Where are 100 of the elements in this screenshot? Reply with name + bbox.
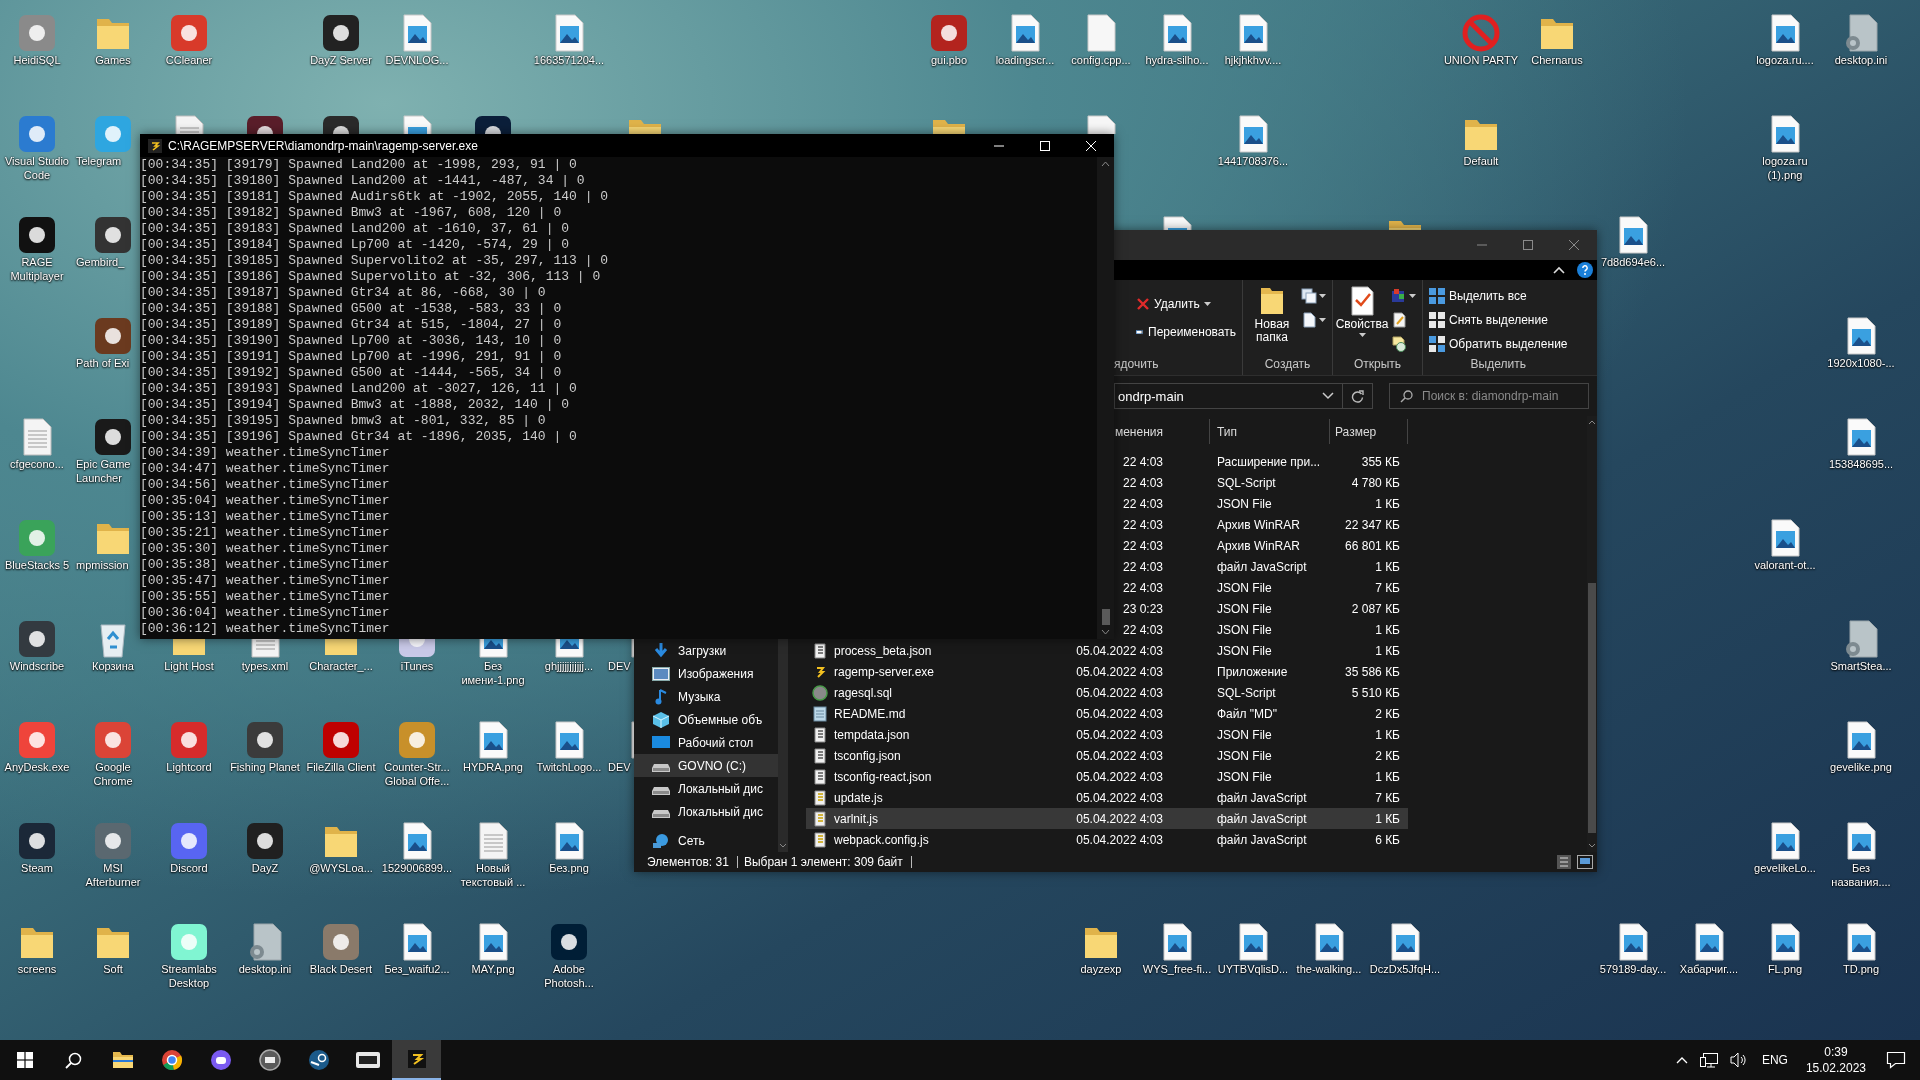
app-icon[interactable] [245, 114, 285, 134]
app-icon[interactable] [473, 114, 513, 134]
icon-label[interactable]: DayZ [227, 861, 303, 875]
icon-label[interactable]: Discord [151, 861, 227, 875]
icon-label[interactable]: types.xml [227, 659, 303, 673]
icon-label[interactable]: cfgecono... [0, 457, 75, 471]
rename-button[interactable]: Переименовать [1136, 322, 1236, 342]
icon-label[interactable]: Counter-Str... Global Offe... [379, 760, 455, 788]
icon-label[interactable]: screens [0, 962, 75, 976]
nav-item[interactable]: Музыка [634, 685, 778, 708]
nav-item[interactable]: Локальный дис [634, 800, 778, 823]
icon-label[interactable]: logoza.ru.... [1747, 53, 1823, 67]
icon-label[interactable]: 153848695... [1823, 457, 1899, 471]
icon-label[interactable]: Chernarus [1519, 53, 1595, 67]
column-header[interactable]: менения [1116, 419, 1210, 444]
file-row[interactable]: process_beta.json 05.04.2022 4:03 JSON File 1 КБ [806, 640, 1408, 661]
select-all-button[interactable]: Выделить все [1429, 286, 1568, 306]
icon-label[interactable]: FileZilla Client [303, 760, 379, 774]
scrollbar-thumb[interactable] [1588, 583, 1596, 833]
taskbar-app-button[interactable] [392, 1040, 441, 1080]
icon-label[interactable]: gui.pbo [911, 53, 987, 67]
icon-label[interactable]: Без имени-1.png [455, 659, 531, 687]
icon-label[interactable]: @WYSLoa... [303, 861, 379, 875]
icon-label[interactable]: MAY.png [455, 962, 531, 976]
icon-label[interactable]: Lightcord [151, 760, 227, 774]
chevron-down-icon[interactable] [1322, 392, 1334, 400]
icon-label[interactable]: dayzexp [1063, 962, 1139, 976]
invert-selection-button[interactable]: Обратить выделение [1429, 334, 1568, 354]
icon-label[interactable]: ghjjjjjjjjjjj... [531, 659, 607, 673]
icon-label[interactable]: Windscribe [0, 659, 75, 673]
search-field[interactable]: Поиск в: diamondrp-main [1389, 383, 1589, 409]
file-row[interactable]: tempdata.json 05.04.2022 4:03 JSON File 1 КБ [806, 724, 1408, 745]
chevron-down-icon[interactable] [1588, 843, 1596, 848]
nav-item[interactable]: Загрузки [634, 639, 778, 662]
icon-label[interactable]: UNION PARTY [1443, 53, 1519, 67]
icon-label[interactable]: logoza.ru (1).png [1747, 154, 1823, 182]
icon-label[interactable]: config.cpp... [1063, 53, 1139, 67]
large-icons-view-icon[interactable] [1577, 855, 1593, 869]
icon-label[interactable]: hjkjhkhvv.... [1215, 53, 1291, 67]
file-row[interactable]: tsconfig.json 05.04.2022 4:03 JSON File 2 КБ [806, 745, 1408, 766]
icon-label[interactable]: Soft [75, 962, 151, 976]
help-icon[interactable] [1577, 262, 1593, 278]
app-icon[interactable] [17, 821, 57, 861]
icon-label[interactable]: hydra-silho... [1139, 53, 1215, 67]
clock[interactable]: 0:39 15.02.2023 [1805, 1044, 1866, 1076]
app-icon[interactable] [321, 13, 361, 53]
file-row[interactable]: 22 4:03 SQL-Script 4 780 КБ [1116, 472, 1408, 493]
nav-item[interactable]: Рабочий стол [634, 731, 778, 754]
file-row[interactable]: webpack.config.js 05.04.2022 4:03 файл JavaScript 6 КБ [806, 829, 1408, 850]
icon-label[interactable]: desktop.ini [1823, 53, 1899, 67]
icon-label[interactable]: Без.png [531, 861, 607, 875]
nav-item[interactable]: Локальный дис [634, 777, 778, 800]
icon-label[interactable]: Character_... [303, 659, 379, 673]
icon-label[interactable]: 1441708376... [1215, 154, 1291, 168]
app-icon[interactable] [17, 619, 57, 659]
chevron-down-icon[interactable] [1101, 629, 1110, 635]
file-row[interactable]: ragesql.sql 05.04.2022 4:03 SQL-Script 5 510 КБ [806, 682, 1408, 703]
app-icon[interactable] [93, 316, 133, 356]
icon-label[interactable]: Default [1443, 154, 1519, 168]
icon-label[interactable]: 579189-day... [1595, 962, 1671, 976]
icon-label[interactable]: Хабарчиг.... [1671, 962, 1747, 976]
icon-label[interactable]: iTunes [379, 659, 455, 673]
icon-label[interactable]: TwitchLogo... [531, 760, 607, 774]
icon-label[interactable]: Epic Game Launcher [75, 457, 138, 485]
file-row[interactable]: update.js 05.04.2022 4:03 файл JavaScript 7 КБ [806, 787, 1408, 808]
app-icon[interactable] [17, 215, 57, 255]
icon-label[interactable]: HYDRA.png [455, 760, 531, 774]
icon-label[interactable]: Black Desert [303, 962, 379, 976]
nav-item[interactable]: GOVNO (C:) [634, 754, 778, 777]
icon-label[interactable]: Новый текстовый ... [455, 861, 531, 889]
app-icon[interactable] [549, 922, 589, 962]
file-row[interactable]: 22 4:03 Архив WinRAR 22 347 КБ [1116, 514, 1408, 535]
notification-icon[interactable] [1886, 1051, 1906, 1069]
icon-label[interactable]: UYTBVqlisD... [1215, 962, 1291, 976]
selected-file-row[interactable]: varlnit.js 05.04.2022 4:03 файл JavaScript 1 КБ [806, 808, 1408, 829]
icon-label[interactable]: Без названия.... [1823, 861, 1899, 889]
icon-label[interactable]: Steam [0, 861, 75, 875]
easy-access-button[interactable] [1301, 310, 1326, 330]
app-icon[interactable] [321, 114, 361, 134]
file-row[interactable]: ragemp-server.exe 05.04.2022 4:03 Приложение 35 586 КБ [806, 661, 1408, 682]
icon-label[interactable]: FL.png [1747, 962, 1823, 976]
file-row[interactable]: tsconfig-react.json 05.04.2022 4:03 JSON File 1 КБ [806, 766, 1408, 787]
app-icon[interactable] [93, 215, 133, 255]
file-row[interactable]: 22 4:03 Архив WinRAR 66 801 КБ [1116, 535, 1408, 556]
app-icon[interactable] [245, 821, 285, 861]
scrollbar-thumb[interactable] [1101, 609, 1110, 625]
file-row[interactable]: 22 4:03 файл JavaScript 1 КБ [1116, 556, 1408, 577]
icon-label[interactable]: DczDx5JfqH... [1367, 962, 1443, 976]
icon-label[interactable]: BlueStacks 5 [0, 558, 75, 572]
icon-label[interactable]: DEV [607, 760, 631, 774]
icon-label[interactable]: Без_waifu2... [379, 962, 455, 976]
icon-label[interactable]: AnyDesk.exe [0, 760, 75, 774]
nav-item[interactable]: Изображения [634, 662, 778, 685]
address-bar[interactable]: ondrp-main [1114, 383, 1373, 409]
icon-label[interactable]: Google Chrome [75, 760, 151, 788]
icon-label[interactable]: Fishing Planet [227, 760, 303, 774]
icon-label[interactable]: 1529006899... [379, 861, 455, 875]
file-row[interactable]: 22 4:03 JSON File 7 КБ [1116, 577, 1408, 598]
app-icon[interactable] [169, 922, 209, 962]
nav-item[interactable]: Сеть [634, 829, 778, 852]
